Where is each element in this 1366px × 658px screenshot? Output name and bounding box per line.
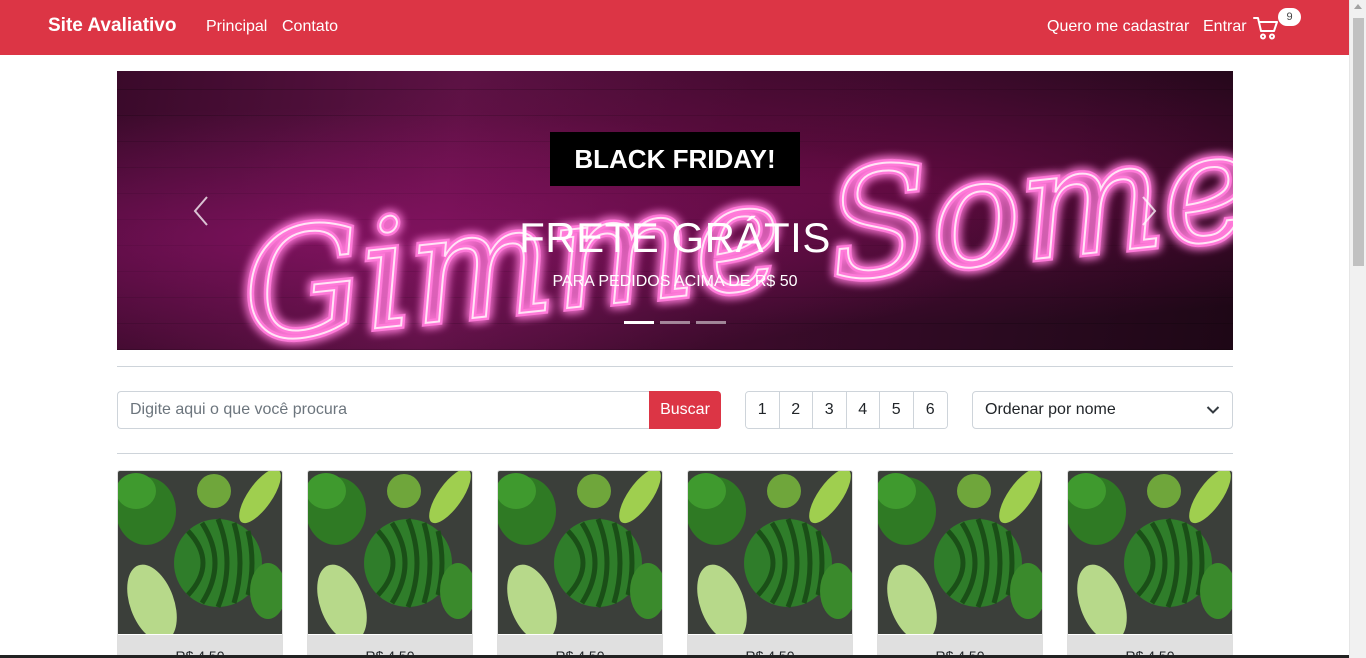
product-card[interactable]: R$ 4,50 (1067, 470, 1233, 658)
product-image[interactable] (688, 471, 852, 634)
register-link[interactable]: Quero me cadastrar (1047, 18, 1189, 36)
carousel-indicator-1[interactable] (624, 321, 654, 324)
page-link-4[interactable]: 4 (846, 392, 880, 428)
page-link-6[interactable]: 6 (913, 392, 947, 428)
page-link-3[interactable]: 3 (813, 392, 847, 428)
product-image[interactable] (118, 471, 282, 634)
nav-link-principal[interactable]: Principal (206, 18, 267, 36)
carousel-indicators (624, 321, 726, 324)
login-link[interactable]: Entrar (1203, 18, 1247, 36)
chevron-down-icon (1206, 406, 1220, 414)
carousel-caption-main: FRETE GRÁTIS (519, 214, 831, 261)
brand-link[interactable]: Site Avaliativo (48, 15, 176, 37)
search-button[interactable]: Buscar (649, 391, 721, 429)
navbar: Site Avaliativo Principal Contato Quero … (0, 0, 1349, 55)
carousel-next-button[interactable] (1089, 71, 1209, 350)
scroll-up-arrow-icon[interactable] (1354, 4, 1362, 9)
product-grid: R$ 4,50 R$ 4,50 R$ 4,50 R$ 4,50 R$ 4,50 … (117, 470, 1233, 658)
carousel-caption-sub: PARA PEDIDOS ACIMA DE R$ 50 (552, 273, 798, 290)
nav-link-contato[interactable]: Contato (282, 18, 338, 36)
search-input[interactable] (117, 391, 649, 429)
divider-bottom (117, 453, 1233, 454)
sort-select-value: Ordenar por nome (985, 401, 1116, 418)
product-card[interactable]: R$ 4,50 (307, 470, 473, 658)
product-image[interactable] (1068, 471, 1232, 634)
product-card[interactable]: R$ 4,50 (687, 470, 853, 658)
carousel-indicator-3[interactable] (696, 321, 726, 324)
page-link-5[interactable]: 5 (880, 392, 914, 428)
page-scrollbar[interactable] (1349, 0, 1366, 658)
product-image[interactable] (308, 471, 472, 634)
product-card[interactable]: R$ 4,50 (117, 470, 283, 658)
sort-select[interactable]: Ordenar por nome (972, 391, 1233, 429)
hero-carousel: Gimme Some Sugar Gimme Some Sugar BLACK … (117, 71, 1233, 350)
product-image[interactable] (878, 471, 1042, 634)
product-card[interactable]: R$ 4,50 (497, 470, 663, 658)
pagination: 1 2 3 4 5 6 (745, 391, 948, 429)
carousel-caption-title: BLACK FRIDAY! (550, 132, 800, 186)
neon-text-core: Gimme Some Sugar (234, 71, 1233, 350)
carousel-prev-button[interactable] (141, 71, 261, 350)
cart-icon[interactable] (1252, 14, 1280, 42)
neon-sign-image: Gimme Some Sugar Gimme Some Sugar (230, 71, 1233, 350)
divider-top (117, 366, 1233, 367)
search-group: Buscar (117, 391, 721, 429)
page-link-2[interactable]: 2 (779, 392, 813, 428)
cart-count-badge: 9 (1278, 8, 1301, 26)
page-link-1[interactable]: 1 (746, 392, 780, 428)
product-image[interactable] (498, 471, 662, 634)
product-card[interactable]: R$ 4,50 (877, 470, 1043, 658)
scrollbar-thumb[interactable] (1353, 18, 1364, 266)
carousel-indicator-2[interactable] (660, 321, 690, 324)
